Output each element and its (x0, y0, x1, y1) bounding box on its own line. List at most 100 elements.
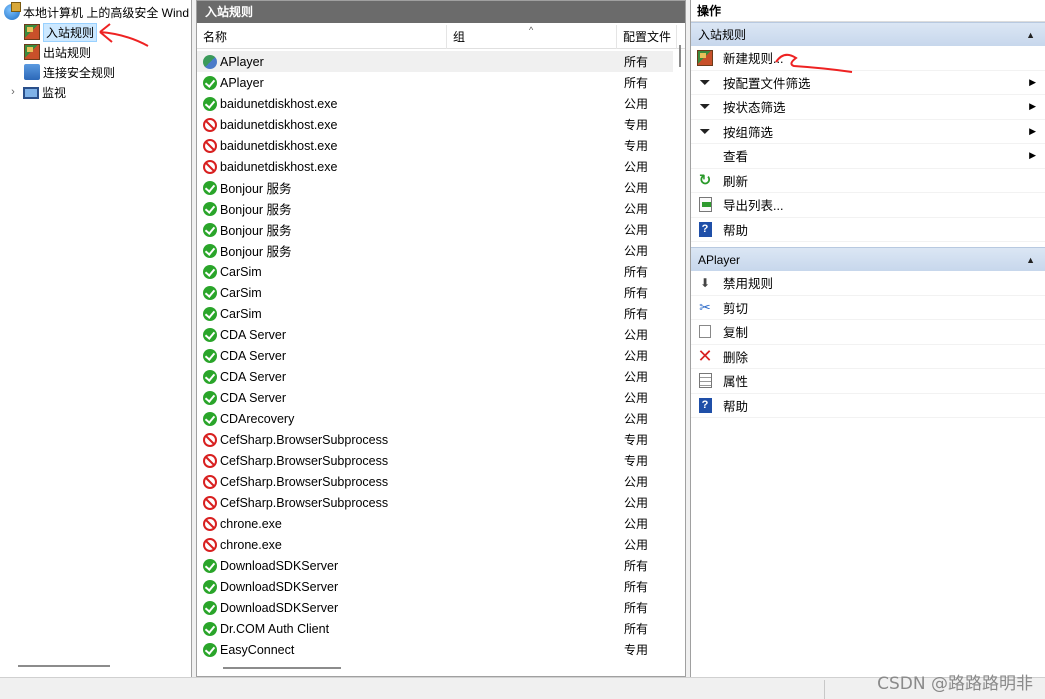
rule-profile: 公用 (624, 538, 649, 552)
rule-name: CDA Server (220, 327, 286, 342)
table-row[interactable]: CefSharp.BrowserSubprocess 公用 (197, 471, 673, 492)
collapse-icon[interactable]: ▲ (1026, 23, 1035, 47)
actions-section-aplayer[interactable]: APlayer ▲ (691, 247, 1045, 271)
table-row[interactable]: baidunetdiskhost.exe 专用 (197, 135, 673, 156)
blocked-rule-icon (203, 138, 217, 153)
tree-item-outbound-rules[interactable]: 出站规则 (24, 42, 91, 62)
tree-item-connection-security[interactable]: 连接安全规则 (24, 62, 115, 82)
action-item[interactable]: ⏷ 按状态筛选 ▶ (691, 95, 1045, 120)
allowed-rule-icon (203, 390, 217, 405)
action-item[interactable]: 导出列表... (691, 193, 1045, 218)
action-item[interactable]: ↻ 刷新 (691, 169, 1045, 193)
action-item[interactable]: 属性 (691, 369, 1045, 394)
table-row[interactable]: chrone.exe 公用 (197, 534, 673, 555)
rule-name: EasyConnect (220, 642, 295, 657)
table-row[interactable]: baidunetdiskhost.exe 公用 (197, 156, 673, 177)
filter-icon: ⏷ (699, 98, 711, 115)
table-row[interactable]: baidunetdiskhost.exe 专用 (197, 114, 673, 135)
table-row[interactable]: baidunetdiskhost.exe 公用 (197, 93, 673, 114)
expand-chevron-icon[interactable]: › (8, 86, 18, 98)
rule-name: Bonjour 服务 (220, 245, 292, 259)
action-item[interactable]: ⏷ 按配置文件筛选 ▶ (691, 71, 1045, 95)
table-row[interactable]: CDArecovery 公用 (197, 408, 673, 429)
action-item[interactable]: 查看 ▶ (691, 144, 1045, 169)
table-row[interactable]: Bonjour 服务 公用 (197, 198, 673, 219)
action-item[interactable]: ⬇ 禁用规则 (691, 271, 1045, 296)
rule-name: CDA Server (220, 369, 286, 384)
action-item[interactable]: 复制 (691, 320, 1045, 345)
column-profile-header[interactable]: 配置文件 (617, 25, 677, 49)
rule-name: chrone.exe (220, 516, 282, 531)
delete-icon: ✕ (697, 345, 713, 366)
rule-name: Bonjour 服务 (220, 182, 292, 196)
copy-icon (699, 325, 711, 339)
rule-name: DownloadSDKServer (220, 558, 339, 573)
column-name-header[interactable]: 名称 (197, 25, 447, 49)
refresh-icon: ↻ (698, 172, 712, 190)
tree-item-monitor[interactable]: › 监视 (8, 82, 66, 102)
tree-root[interactable]: 本地计算机 上的高级安全 Wind (4, 2, 189, 22)
rule-profile: 所有 (624, 76, 649, 90)
rule-name: baidunetdiskhost.exe (220, 159, 338, 174)
table-row[interactable]: EasyConnect 专用 (197, 639, 673, 660)
blocked-rule-icon (203, 474, 217, 489)
table-row[interactable]: CarSim 所有 (197, 303, 673, 324)
table-row[interactable]: CefSharp.BrowserSubprocess 公用 (197, 492, 673, 513)
rule-name: APlayer (220, 75, 264, 90)
action-item[interactable]: ? 帮助 (691, 218, 1045, 242)
collapse-icon[interactable]: ▲ (1026, 248, 1035, 272)
allowed-rule-icon (203, 348, 217, 363)
action-label: 新建规则... (723, 52, 784, 67)
action-item[interactable]: ⏷ 按组筛选 ▶ (691, 120, 1045, 144)
action-icon-slot (697, 373, 713, 389)
table-row[interactable]: Bonjour 服务 公用 (197, 177, 673, 198)
vertical-scrollbar[interactable] (679, 45, 681, 67)
table-row[interactable]: CarSim 所有 (197, 261, 673, 282)
table-row[interactable]: CefSharp.BrowserSubprocess 专用 (197, 450, 673, 471)
table-row[interactable]: chrone.exe 公用 (197, 513, 673, 534)
table-row[interactable]: DownloadSDKServer 所有 (197, 576, 673, 597)
table-row[interactable]: CDA Server 公用 (197, 324, 673, 345)
table-row[interactable]: CarSim 所有 (197, 282, 673, 303)
action-label: 按状态筛选 (723, 101, 786, 116)
action-label: 导出列表... (723, 199, 784, 214)
table-row[interactable]: Bonjour 服务 公用 (197, 240, 673, 261)
list-header: 名称 组 配置文件 ^ (197, 25, 685, 49)
horizontal-scrollbar[interactable] (18, 665, 110, 667)
table-row[interactable]: Bonjour 服务 公用 (197, 219, 673, 240)
sort-caret-icon: ^ (529, 25, 534, 35)
table-row[interactable]: DownloadSDKServer 所有 (197, 597, 673, 618)
rule-name: baidunetdiskhost.exe (220, 96, 338, 111)
action-icon-slot: ↻ (697, 172, 713, 190)
rule-profile: 公用 (624, 349, 649, 363)
rules-list: APlayer 所有 APlayer 所有 baidunetdiskhost.exe 公用… (197, 51, 673, 660)
blocked-rule-icon (203, 495, 217, 510)
blocked-rule-icon (203, 432, 217, 447)
tree-item-label: 连接安全规则 (43, 65, 116, 80)
action-item[interactable]: ✂ 剪切 (691, 296, 1045, 320)
action-item[interactable]: ? 帮助 (691, 394, 1045, 418)
table-row[interactable]: CDA Server 公用 (197, 387, 673, 408)
action-icon-slot: ⬇ (697, 275, 713, 291)
tree-item-inbound-rules[interactable]: 入站规则 (24, 22, 98, 42)
action-item[interactable]: 新建规则... (691, 46, 1045, 71)
blocked-rule-icon (203, 516, 217, 531)
tree-item-label: 入站规则 (43, 22, 98, 42)
action-label: 按配置文件筛选 (723, 76, 811, 91)
table-row[interactable]: APlayer 所有 (197, 72, 673, 93)
rule-name: CDArecovery (220, 411, 295, 426)
rule-name: CarSim (220, 306, 262, 321)
table-row[interactable]: CefSharp.BrowserSubprocess 专用 (197, 429, 673, 450)
rule-profile: 所有 (624, 601, 649, 615)
allowed-rule-icon (203, 264, 217, 279)
actions-section-inbound[interactable]: 入站规则 ▲ (691, 22, 1045, 46)
table-row[interactable]: APlayer 所有 (197, 51, 673, 72)
allowed-rule-icon (203, 411, 217, 426)
table-row[interactable]: CDA Server 公用 (197, 345, 673, 366)
table-row[interactable]: Dr.COM Auth Client 所有 (197, 618, 673, 639)
action-item[interactable]: ✕ 删除 (691, 345, 1045, 369)
rule-name: Dr.COM Auth Client (220, 621, 330, 636)
table-row[interactable]: CDA Server 公用 (197, 366, 673, 387)
table-row[interactable]: DownloadSDKServer 所有 (197, 555, 673, 576)
horizontal-scrollbar[interactable] (223, 667, 341, 669)
